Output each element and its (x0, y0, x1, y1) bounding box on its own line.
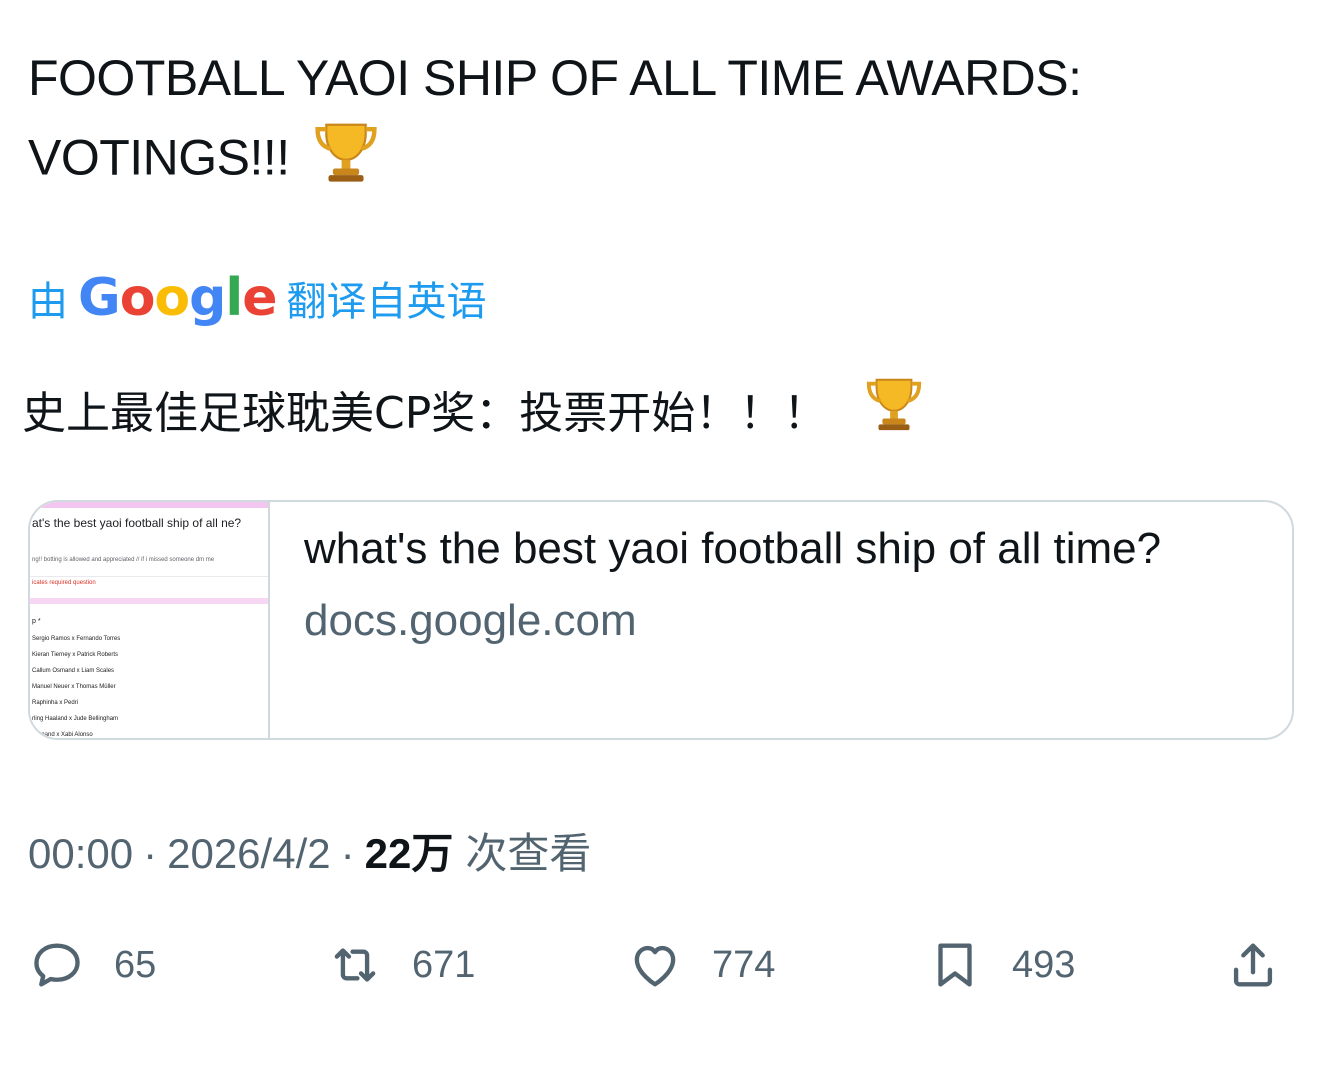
reply-count: 65 (114, 943, 157, 986)
bookmark-count: 493 (1012, 943, 1076, 986)
action-bar: 65 671 774 493 (28, 930, 1290, 1000)
google-logo: Google (78, 268, 278, 328)
retweet-count: 671 (412, 943, 476, 986)
trophy-icon (311, 116, 381, 207)
form-section-band (30, 598, 268, 604)
link-card-body: what's the best yaoi football ship of al… (270, 502, 1292, 738)
translation-attribution[interactable]: 由 Google 翻译自英语 (28, 268, 487, 328)
form-header-band (30, 502, 268, 508)
thumbnail-option: rling Haaland x Jude Bellingham (32, 716, 119, 722)
thumbnail-title: at's the best yaoi football ship of all … (32, 516, 242, 530)
translated-body: 史上最佳足球耽美CP奖：投票开始！！！ (22, 387, 828, 439)
tweet-text: FOOTBALL YAOI SHIP OF ALL TIME AWARDS: V… (28, 40, 1288, 207)
views-label: 次查看 (465, 830, 592, 877)
separator-dot: · (143, 830, 158, 877)
thumbnail-required-note: icates required question (32, 580, 96, 586)
reply-icon (34, 943, 80, 987)
like-button[interactable]: 774 (626, 930, 775, 1000)
divider (30, 576, 268, 577)
separator-dot: · (340, 830, 355, 877)
like-count: 774 (712, 943, 776, 986)
translation-suffix: 翻译自英语 (286, 280, 487, 324)
trophy-icon (863, 372, 925, 455)
bookmark-button[interactable]: 493 (926, 930, 1075, 1000)
share-icon (1233, 943, 1273, 987)
tweet-date[interactable]: 2026/4/2 (167, 830, 331, 878)
thumbnail-option: Sergio Ramos x Fernando Torres (32, 636, 121, 642)
heart-icon (634, 945, 676, 987)
translation-prefix: 由 (28, 280, 68, 324)
share-button[interactable] (1224, 930, 1282, 1000)
views-count[interactable]: 22万 (365, 820, 454, 881)
link-preview-card[interactable]: at's the best yaoi football ship of all … (28, 500, 1294, 740)
link-thumbnail: at's the best yaoi football ship of all … (30, 502, 270, 738)
thumbnail-option: Callum Osmand x Liam Scales (32, 668, 115, 674)
thumbnail-question: p * (32, 618, 41, 625)
translated-text: 史上最佳足球耽美CP奖：投票开始！！！ (22, 372, 925, 455)
thumbnail-option: Kieran Tierney x Patrick Roberts (32, 652, 119, 658)
thumbnail-subtitle: ng!! botting is allowed and appreciated … (32, 557, 215, 563)
thumbnail-option: Osmand x Xabi Alonso (32, 732, 93, 738)
tweet-meta: 00:00 · 2026/4/2 · 22万 次查看 (28, 820, 591, 881)
link-title: what's the best yaoi football ship of al… (304, 524, 1162, 573)
tweet-body: FOOTBALL YAOI SHIP OF ALL TIME AWARDS: V… (28, 50, 1082, 186)
bookmark-icon (938, 943, 972, 987)
tweet-time[interactable]: 00:00 (28, 830, 133, 878)
thumbnail-option: Manuel Neuer x Thomas Müller (32, 684, 116, 690)
link-domain: docs.google.com (304, 596, 637, 645)
reply-button[interactable]: 65 (28, 930, 156, 1000)
retweet-button[interactable]: 671 (326, 930, 475, 1000)
thumbnail-option: Raphinha x Pedri (32, 700, 79, 706)
retweet-icon (334, 948, 376, 982)
